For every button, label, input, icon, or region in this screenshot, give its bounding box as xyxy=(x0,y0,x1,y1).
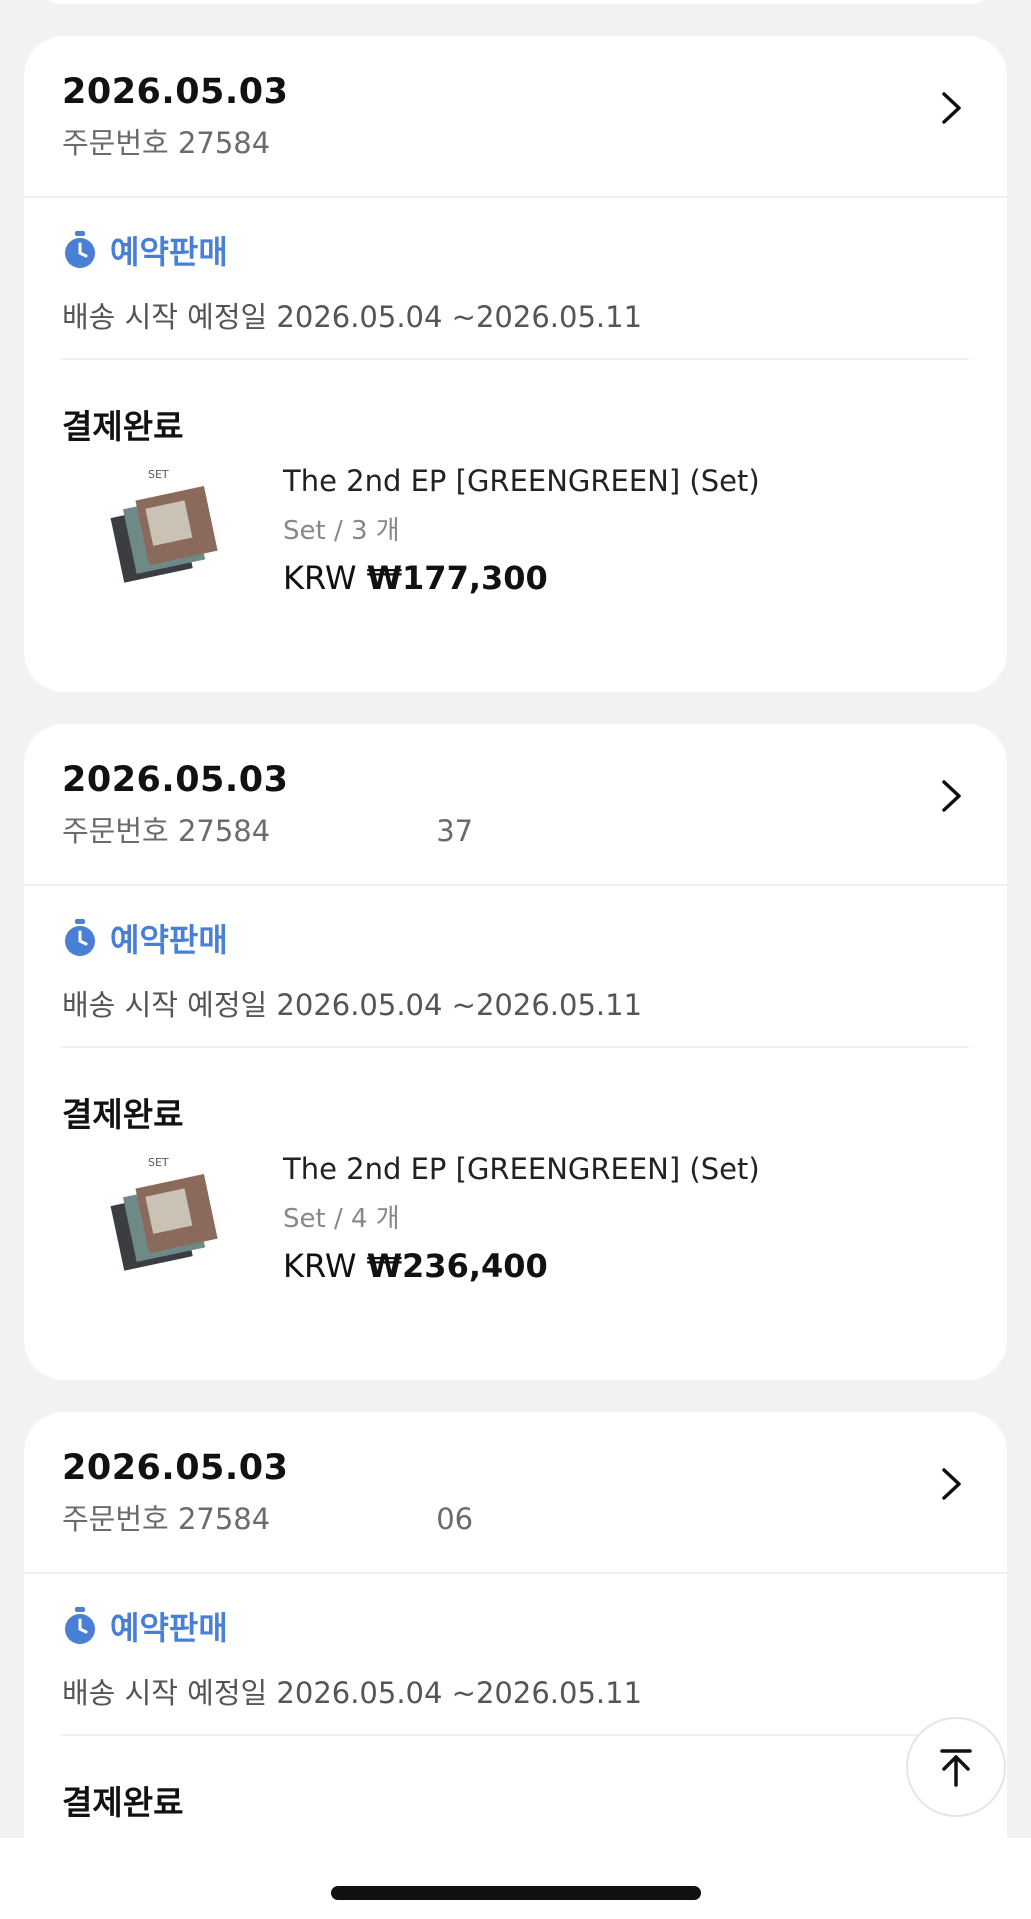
product-price: KRW ₩177,300 xyxy=(283,559,760,597)
bottom-safe-area xyxy=(0,1838,1031,1919)
order-number: 주문번호 27584 37 xyxy=(62,808,969,850)
price-amount: ₩236,400 xyxy=(366,1247,548,1285)
payment-status: 결제완료 xyxy=(62,407,184,446)
order-card-header[interactable]: 2026.05.03 주문번호 27584 xyxy=(24,36,1007,196)
order-card[interactable]: 2026.05.03 주문번호 27584 예약판매 배송 시작 예정일 202… xyxy=(24,36,1007,692)
album-set-thumbnail: SET xyxy=(110,1156,218,1271)
scroll-to-top-button[interactable] xyxy=(906,1717,1006,1817)
order-history-page: 2026.05.03 주문번호 27584 예약판매 배송 시작 예정일 202… xyxy=(0,0,1031,1919)
presale-section: 예약판매 배송 시작 예정일 2026.05.04 ~2026.05.11 xyxy=(24,1574,1007,1734)
payment-status: 결제완료 xyxy=(62,1783,184,1822)
presale-label: 예약판매 xyxy=(110,921,228,959)
product-title: The 2nd EP [GREENGREEN] (Set) xyxy=(283,1152,760,1186)
order-number: 주문번호 27584 xyxy=(62,126,271,160)
product-title: The 2nd EP [GREENGREEN] (Set) xyxy=(283,464,760,498)
order-number-prefix: 주문번호 27584 xyxy=(62,1502,271,1536)
thumb-set-label: SET xyxy=(148,468,169,481)
order-card-header[interactable]: 2026.05.03 주문번호 27584 37 xyxy=(24,724,1007,884)
chevron-right-icon[interactable] xyxy=(931,776,971,816)
payment-status: 결제완료 xyxy=(62,1095,184,1134)
timer-icon xyxy=(65,1607,95,1644)
ship-date: 배송 시작 예정일 2026.05.04 ~2026.05.11 xyxy=(62,300,643,334)
thumb-set-label: SET xyxy=(148,1156,169,1169)
order-number-prefix: 주문번호 27584 xyxy=(62,814,271,848)
order-card[interactable]: 2026.05.03 주문번호 27584 37 예약판매 배송 시작 예정일 2… xyxy=(24,724,1007,1380)
order-number-tail: 06 xyxy=(436,1502,474,1536)
timer-icon xyxy=(65,231,95,268)
order-card-header[interactable]: 2026.05.03 주문번호 27584 06 xyxy=(24,1412,1007,1572)
product-price: KRW ₩236,400 xyxy=(283,1247,760,1285)
ship-date: 배송 시작 예정일 2026.05.04 ~2026.05.11 xyxy=(62,988,643,1022)
product-item[interactable]: SET The 2nd EP [GREENGREEN] (Set) Set / … xyxy=(24,1136,1007,1336)
timer-icon xyxy=(65,919,95,956)
ship-date: 배송 시작 예정일 2026.05.04 ~2026.05.11 xyxy=(62,1676,643,1710)
order-date: 2026.05.03 xyxy=(62,760,289,800)
order-number: 주문번호 27584 06 xyxy=(62,1496,969,1538)
chevron-right-icon[interactable] xyxy=(931,1464,971,1504)
order-date: 2026.05.03 xyxy=(62,72,289,112)
album-set-thumbnail: SET xyxy=(110,468,218,583)
product-quantity: Set / 4 개 xyxy=(283,1204,400,1234)
chevron-right-icon[interactable] xyxy=(931,88,971,128)
previous-order-card-edge xyxy=(24,0,1007,4)
presale-section: 예약판매 배송 시작 예정일 2026.05.04 ~2026.05.11 xyxy=(24,886,1007,1046)
order-card[interactable]: 2026.05.03 주문번호 27584 06 예약판매 배송 시작 예정일 2… xyxy=(24,1412,1007,1872)
scroll-to-top-icon xyxy=(940,1749,972,1787)
presale-label: 예약판매 xyxy=(110,1609,228,1647)
product-item[interactable]: SET The 2nd EP [GREENGREEN] (Set) Set / … xyxy=(24,448,1007,648)
presale-label: 예약판매 xyxy=(110,233,228,271)
presale-section: 예약판매 배송 시작 예정일 2026.05.04 ~2026.05.11 xyxy=(24,198,1007,358)
price-currency: KRW xyxy=(283,1247,357,1285)
order-date: 2026.05.03 xyxy=(62,1448,289,1488)
home-indicator[interactable] xyxy=(331,1886,701,1900)
order-number-tail: 37 xyxy=(436,814,474,848)
price-amount: ₩177,300 xyxy=(366,559,548,597)
product-quantity: Set / 3 개 xyxy=(283,516,400,546)
price-currency: KRW xyxy=(283,559,357,597)
